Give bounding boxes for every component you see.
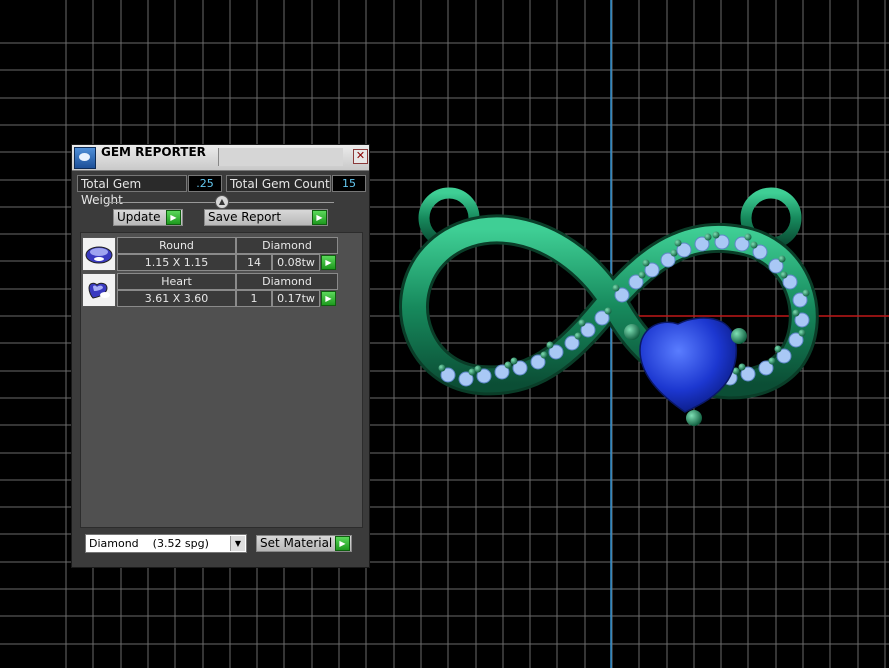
save-report-label: Save Report [208, 210, 282, 224]
prong-bead [750, 241, 758, 249]
prong-bead [474, 365, 482, 373]
gem-count: 1 [236, 290, 272, 307]
prong-bead [438, 364, 446, 372]
total-gem-weight-label: Total Gem Weight [77, 175, 187, 207]
panel-titlebar[interactable]: GEM REPORTER ✕ [72, 145, 369, 171]
prong-bead [802, 289, 810, 297]
prong-bead [712, 231, 720, 239]
prong-bead [624, 324, 640, 340]
prong-bead [704, 233, 712, 241]
prong-bead [738, 363, 746, 371]
gem-shape: Round [117, 237, 236, 254]
chevron-down-icon[interactable]: ▼ [230, 536, 245, 551]
gem-weight: 0.17tw [272, 290, 320, 307]
prong-bead [574, 332, 582, 340]
gem-material: Diamond [236, 273, 338, 290]
prong-bead [686, 410, 702, 426]
gem-material: Diamond [236, 237, 338, 254]
material-select[interactable]: Diamond (3.52 spg) ▼ [85, 534, 247, 553]
total-gem-count-label: Total Gem Count [226, 175, 331, 192]
prong-bead [578, 319, 586, 327]
prong-bead [504, 361, 512, 369]
prong-bead [744, 233, 752, 241]
prong-bead [778, 255, 786, 263]
save-report-arrow-icon[interactable]: ▶ [312, 210, 327, 225]
save-report-button[interactable]: Save Report [204, 209, 328, 226]
gem-row-arrow-icon[interactable]: ▶ [321, 291, 336, 306]
prong-bead [731, 328, 747, 344]
gem-reporter-panel: GEM REPORTER ✕ Total Gem Weight .25 Tota… [71, 144, 370, 568]
collapse-knob-icon[interactable]: ▲ [215, 195, 229, 209]
panel-title: GEM REPORTER [101, 145, 206, 159]
prong-bead [774, 345, 782, 353]
prong-bead [468, 368, 476, 376]
prong-bead [780, 271, 788, 279]
set-material-arrow-icon[interactable]: ▶ [335, 536, 350, 551]
prong-bead [642, 259, 650, 267]
prong-bead [674, 239, 682, 247]
gem-size: 1.15 X 1.15 [117, 254, 236, 271]
material-select-value: Diamond (3.52 spg) [89, 537, 209, 550]
gem-shape: Heart [117, 273, 236, 290]
gem-row-arrow-icon[interactable]: ▶ [321, 255, 336, 270]
gem-reporter-icon [74, 147, 96, 169]
heart-gem-icon [82, 273, 116, 307]
gem-count: 14 [236, 254, 272, 271]
update-arrow-icon[interactable]: ▶ [166, 210, 181, 225]
round-gem-icon [82, 237, 116, 271]
prong-bead [792, 309, 800, 317]
prong-bead [612, 284, 620, 292]
prong-bead [670, 249, 678, 257]
prong-bead [604, 307, 612, 315]
gem-row-round[interactable]: Round Diamond 1.15 X 1.15 14 0.08tw ▶ [82, 237, 340, 271]
gem-row-heart[interactable]: Heart Diamond 3.61 X 3.60 1 0.17tw ▶ [82, 273, 340, 307]
gem-size: 3.61 X 3.60 [117, 290, 236, 307]
total-gem-count-value: 15 [332, 175, 366, 192]
prong-bead [510, 357, 518, 365]
prong-bead [798, 329, 806, 337]
gem-weight: 0.08tw [272, 254, 320, 271]
close-icon[interactable]: ✕ [353, 149, 368, 164]
prong-bead [638, 271, 646, 279]
prong-bead [540, 351, 548, 359]
total-gem-weight-value: .25 [188, 175, 222, 192]
prong-bead [546, 341, 554, 349]
gem-list: Round Diamond 1.15 X 1.15 14 0.08tw ▶ He… [80, 232, 363, 528]
prong-bead [768, 357, 776, 365]
update-label: Update [117, 210, 161, 224]
infinity-band [402, 217, 816, 397]
set-material-label: Set Material [260, 536, 333, 550]
titlebar-tab [218, 148, 343, 166]
